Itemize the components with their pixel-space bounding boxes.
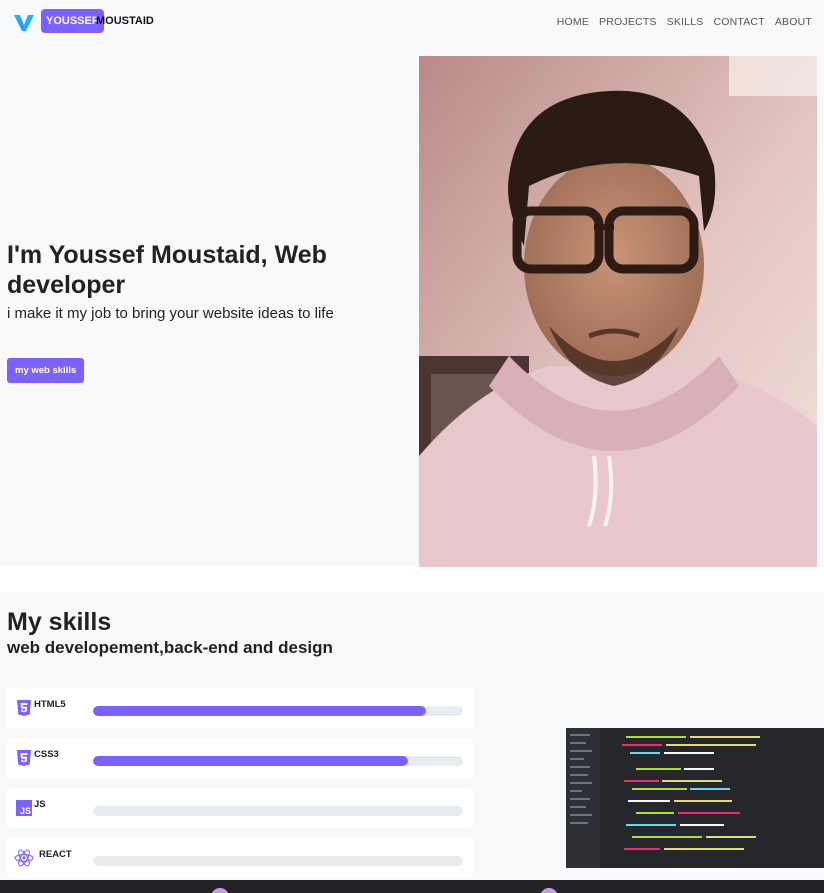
skill-progress-bar [93, 806, 463, 816]
skills-button[interactable]: my web skills [7, 358, 85, 383]
skill-card-react: REACT [7, 838, 473, 878]
nav-links: HOME PROJECTS SKILLS CONTACT ABOUT [557, 16, 812, 28]
code-editor-image [566, 728, 824, 868]
nav-link-about[interactable]: ABOUT [775, 16, 812, 28]
footer-circle-icon [540, 888, 558, 893]
skills-subtitle: web developement,back-end and design [7, 638, 333, 657]
footer-circle-icon [211, 888, 229, 893]
nav-link-skills[interactable]: SKILLS [667, 16, 704, 28]
skill-progress-bar [93, 706, 463, 716]
hero-subtitle: i make it my job to bring your website i… [7, 305, 334, 322]
profile-photo [419, 56, 817, 567]
skill-card-css3: CSS3 [7, 738, 473, 778]
nav-link-projects[interactable]: PROJECTS [599, 16, 657, 28]
css3-icon [17, 750, 31, 766]
skill-name: JS [34, 799, 46, 810]
skill-progress-bar [93, 856, 463, 866]
react-icon [14, 849, 34, 867]
js-icon: JS [16, 800, 32, 816]
footer [0, 880, 824, 893]
skill-progress-fill [93, 756, 408, 766]
nav-link-contact[interactable]: CONTACT [713, 16, 764, 28]
brand-highlight[interactable]: YOUSSEF [41, 9, 104, 33]
logo-icon[interactable] [13, 13, 35, 33]
skill-card-html5: HTML5 [7, 688, 473, 728]
skill-name: HTML5 [34, 699, 66, 710]
skill-progress-fill [93, 706, 426, 716]
html5-icon [17, 700, 31, 716]
skill-progress-bar [93, 756, 463, 766]
nav-link-home[interactable]: HOME [557, 16, 589, 28]
hero-section: I'm Youssef Moustaid, Web developer i ma… [0, 46, 824, 567]
brand-name[interactable]: MOUSTAID [96, 9, 154, 33]
svg-text:JS: JS [20, 806, 31, 816]
skill-name: CSS3 [34, 749, 59, 760]
skill-card-js: JS JS [7, 788, 473, 828]
skills-title: My skills [7, 608, 112, 636]
skill-name: REACT [39, 849, 72, 860]
navbar: YOUSSEF MOUSTAID HOME PROJECTS SKILLS CO… [0, 0, 824, 46]
skills-section: My skills web developement,back-end and … [0, 592, 824, 880]
hero-title: I'm Youssef Moustaid, Web developer [7, 241, 327, 299]
